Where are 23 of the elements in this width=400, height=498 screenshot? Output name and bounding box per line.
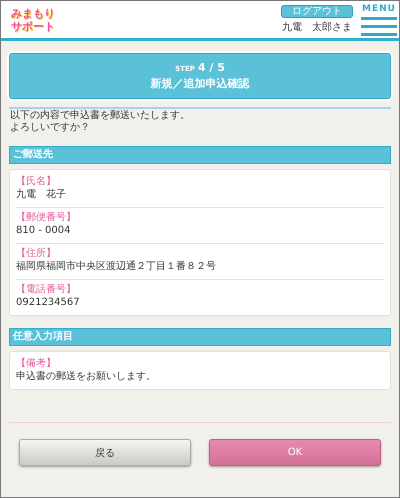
logo-text: サポート (11, 20, 55, 32)
field-value: 申込書の郵送をお願いします。 (16, 370, 156, 383)
section-header: ご郵送先 (9, 146, 391, 164)
field-value: 九電 花子 (16, 188, 66, 201)
menu-button[interactable]: MENU (361, 4, 397, 36)
logout-button[interactable]: ログアウト (281, 5, 353, 18)
user-name: 九電 太郎さま (282, 20, 352, 34)
field-label: 【氏名】 (16, 176, 56, 188)
field-label: 【備考】 (16, 358, 56, 370)
field-label: 【郵便番号】 (16, 212, 76, 224)
page-title: 新規／追加申込確認 (150, 76, 250, 91)
step-number: 4 / 5 (198, 61, 225, 74)
field-label: 【電話番号】 (16, 284, 76, 296)
field-value: 810 - 0004 (16, 224, 71, 237)
intro-text: よろしいですか？ (10, 122, 90, 134)
logo-text: みまもり (11, 6, 55, 20)
ok-button[interactable]: OK (209, 439, 381, 466)
field-value: 0921234567 (16, 296, 80, 309)
field-label: 【住所】 (16, 248, 56, 260)
back-button[interactable]: 戻る (19, 439, 191, 466)
section-header: 任意入力項目 (9, 328, 391, 346)
field-value: 福岡県福岡市中央区渡辺通２丁目１番８２号 (16, 260, 216, 273)
intro-text: 以下の内容で申込書を郵送いたします。 (10, 110, 190, 122)
